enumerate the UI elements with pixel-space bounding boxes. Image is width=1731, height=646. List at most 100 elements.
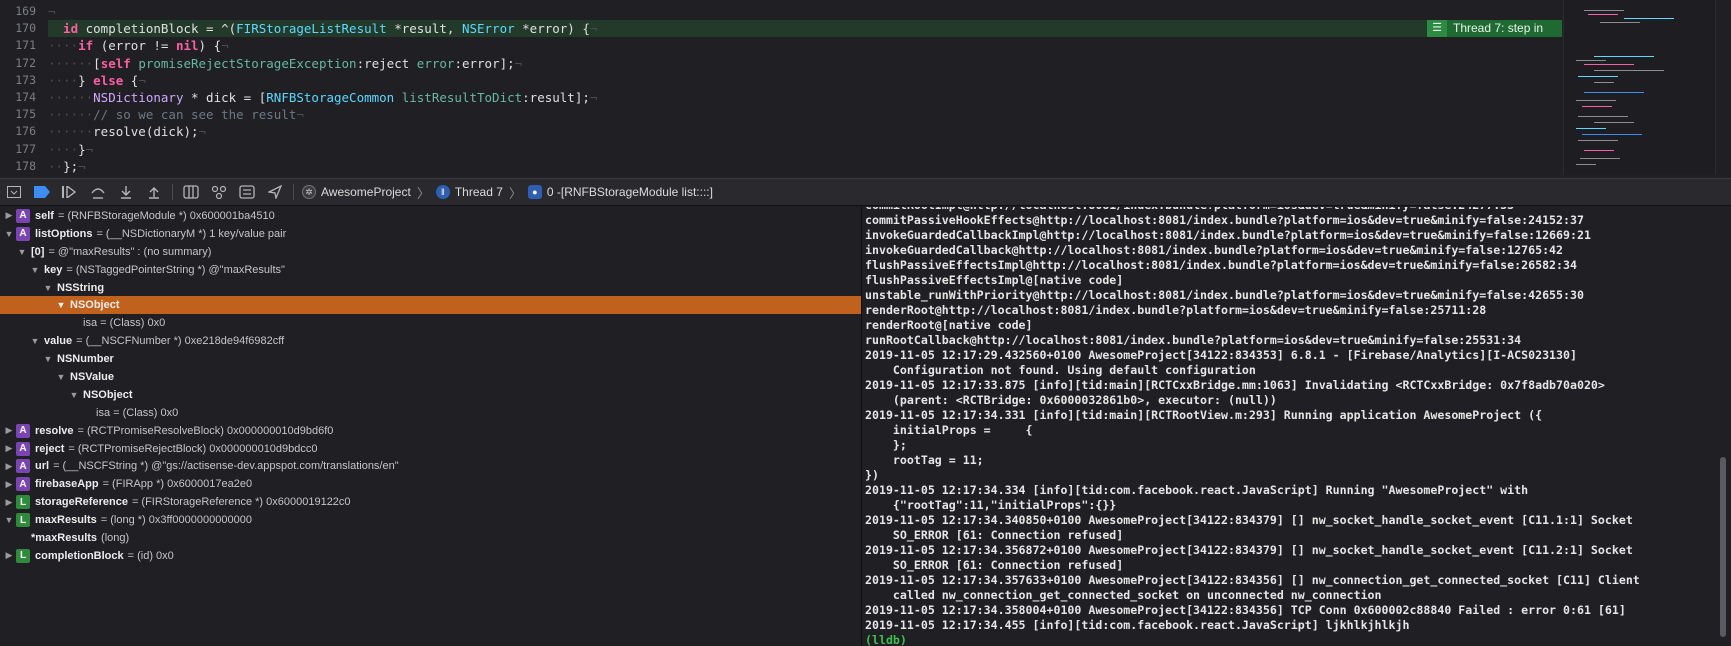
disclosure-expanded-icon[interactable]: ▼ [4,229,14,239]
source-editor[interactable]: 169 170 171 172 173 174 175 176 177 178 ¬ id comp… [0,0,1731,175]
variable-row[interactable]: ▼ NSValue [0,368,861,386]
thread-indicator[interactable]: ☰ Thread 7: step in [1427,20,1562,37]
variable-row[interactable]: ▼ NSObject [0,296,861,315]
disclosure-expanded-icon[interactable]: ▼ [56,300,66,310]
variable-row[interactable]: ▶ Areject = (RCTPromiseRejectBlock) 0x0000… [0,440,861,458]
code-token: (error != [93,38,176,54]
breadcrumb-frame[interactable]: 0 -[RNFBStorageModule list::::] [547,185,713,199]
line-number[interactable]: 178 [0,158,40,175]
step-into-icon[interactable] [112,179,140,205]
step-out-icon[interactable] [140,179,168,205]
variable-row[interactable]: ▼ AlistOptions = (__NSDictionaryM *) 1 key… [0,225,861,243]
line-number[interactable]: 175 [0,106,40,123]
disclosure-expanded-icon[interactable]: ▼ [17,247,27,257]
disclosure-expanded-icon[interactable]: ▼ [43,283,53,293]
argument-badge-icon: A [16,477,30,492]
variable-name: listOptions [35,227,93,240]
disclosure-collapsed-icon[interactable]: ▶ [4,479,14,490]
code-line[interactable]: ······// so we can see the result¬ [48,106,1558,123]
variable-row[interactable]: ▶ Aresolve = (RCTPromiseResolveBlock) 0x00… [0,422,861,440]
variables-view[interactable]: ▶ Aself = (RNFBStorageModule *) 0x600001ba… [0,207,862,646]
variable-row[interactable]: *maxResults (long) [0,529,861,547]
code-token: ¬ [589,21,598,37]
line-number[interactable]: 170 [0,20,40,37]
disclosure-expanded-icon[interactable]: ▼ [69,390,79,400]
disclosure-collapsed-icon[interactable]: ▶ [4,461,14,472]
disclosure-collapsed-icon[interactable]: ▶ [4,497,14,508]
code-token: ···· [48,72,79,88]
minimap-line [1584,92,1644,93]
variable-name: firebaseApp [35,478,99,491]
stack-frame-user-icon: ● [527,185,542,199]
variable-row[interactable]: ▼ [0] = @"maxResults" : (no summary) [0,243,861,261]
lldb-prompt[interactable]: (lldb) [865,633,1640,646]
view-hierarchy-icon[interactable] [177,179,205,205]
breadcrumb-process[interactable]: AwesomeProject [321,185,411,199]
simulate-location-icon[interactable] [261,179,289,205]
console-scrollbar[interactable] [1715,207,1731,646]
console-line: initialProps = { [865,423,1033,437]
line-number[interactable]: 174 [0,89,40,106]
console-line: invokeGuardedCallbackImpl@http://localho… [865,228,1591,242]
breakpoints-toggle-icon[interactable] [28,179,56,205]
minimap[interactable] [1563,0,1715,175]
variable-row[interactable]: ▼ NSNumber [0,350,861,368]
minimap-line [1624,18,1674,19]
variable-row[interactable]: ▶ Aurl = (__NSCFString *) @"gs://actisense… [0,457,861,475]
memory-graph-icon[interactable] [205,179,233,205]
current-code-line[interactable]: id completionBlock = ^(FIRStorageListRes… [48,20,1558,38]
variable-value: = (RCTPromiseResolveBlock) 0x000000010d9… [77,424,334,437]
code-line[interactable]: ······[self promiseRejectStorageExceptio… [48,55,1558,72]
disclosure-collapsed-icon[interactable]: ▶ [4,550,14,561]
variable-row[interactable]: ▼ LmaxResults = (long *) 0x3ff000000000000… [0,511,861,529]
disclosure-collapsed-icon[interactable]: ▶ [4,443,14,454]
variable-row[interactable]: isa = (Class) 0x0 [0,314,861,332]
console-line: SO_ERROR [61: Connection refused] [865,528,1124,542]
code-line[interactable]: ¬ [48,3,1558,20]
toolbar-separator [172,184,173,200]
line-number[interactable]: 176 [0,123,40,140]
console-scroll-thumb[interactable] [1720,457,1726,637]
variable-row[interactable]: ▼ value = (__NSCFNumber *) 0xe218de94f6982… [0,332,861,350]
variable-row[interactable]: ▶ LcompletionBlock = (id) 0x0 [0,547,861,565]
line-number[interactable]: 173 [0,72,40,89]
code-line[interactable]: ··};¬ [48,158,1558,175]
code-line[interactable]: ······NSDictionary * dick = [RNFBStorage… [48,89,1558,106]
variable-row[interactable]: ▶ Aself = (RNFBStorageModule *) 0x600001ba… [0,207,861,225]
editor-scrollbar[interactable] [1715,0,1731,175]
variable-row[interactable]: ▼ key = (NSTaggedPointerString *) @"maxRes… [0,261,861,279]
code-token: ¬ [78,158,86,174]
variable-row[interactable]: ▼ NSObject [0,386,861,404]
line-number[interactable]: 177 [0,141,40,158]
step-over-icon[interactable] [84,179,112,205]
environment-overrides-icon[interactable] [233,179,261,205]
variable-row[interactable]: isa = (Class) 0x0 [0,404,861,422]
variable-row[interactable]: ▶ LstorageReference = (FIRStorageReference… [0,493,861,511]
disclosure-expanded-icon[interactable]: ▼ [56,372,66,382]
disclosure-collapsed-icon[interactable]: ▶ [4,425,14,436]
code-line[interactable]: ····}¬ [48,141,1558,158]
code-token: self [100,55,131,71]
code-line[interactable]: ····if (error != nil) {¬ [48,37,1558,54]
code-line[interactable]: ····} else {¬ [48,72,1558,89]
hide-debug-area-icon[interactable] [0,179,28,205]
line-number[interactable]: 171 [0,37,40,54]
disclosure-expanded-icon[interactable]: ▼ [4,515,14,525]
breadcrumb-thread[interactable]: Thread 7 [455,185,503,199]
code-lines[interactable]: ¬ id completionBlock = ^(FIRStorageListR… [48,3,1558,175]
line-number[interactable]: 172 [0,55,40,72]
disclosure-expanded-icon[interactable]: ▼ [43,354,53,364]
console-line: flushPassiveEffectsImpl@http://localhost… [865,258,1577,272]
disclosure-collapsed-icon[interactable]: ▶ [4,210,14,221]
debug-console[interactable]: commitRootImpl@http://localhost:8081/ind… [863,207,1715,646]
variable-row[interactable]: ▼ NSString [0,279,861,297]
line-number[interactable]: 169 [0,3,40,20]
console-line: runRootCallback@http://localhost:8081/in… [865,333,1522,347]
continue-icon[interactable] [56,179,84,205]
code-token: // so we can see the result [93,107,297,123]
code-line[interactable]: ······resolve(dick);¬ [48,123,1558,140]
disclosure-expanded-icon[interactable]: ▼ [30,336,40,346]
disclosure-expanded-icon[interactable]: ▼ [30,265,40,275]
variable-row[interactable]: ▶ AfirebaseApp = (FIRApp *) 0x6000017ea2e0 [0,475,861,493]
variable-name: [0] [31,245,45,258]
